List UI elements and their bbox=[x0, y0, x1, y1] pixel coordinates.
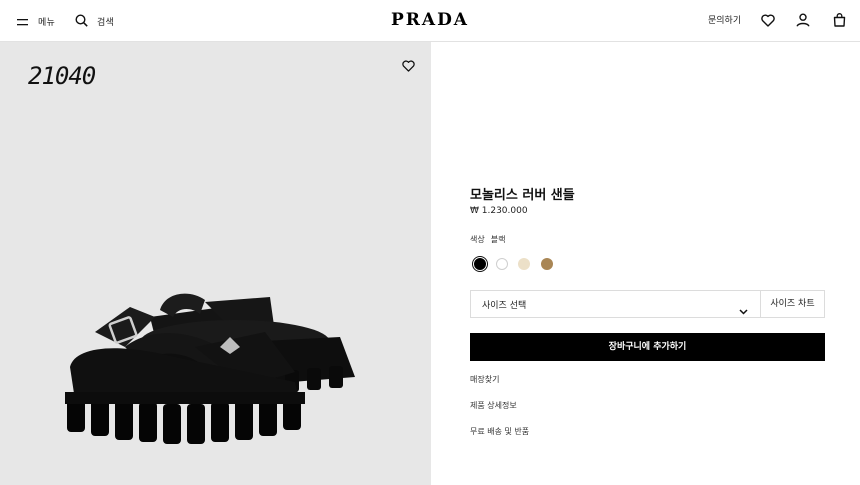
size-select-label: 사이즈 선택 bbox=[482, 300, 527, 311]
user-icon bbox=[796, 12, 810, 31]
color-swatch-cream[interactable] bbox=[518, 258, 530, 270]
color-label: 색상 bbox=[470, 235, 485, 244]
chevron-down-icon bbox=[739, 300, 748, 319]
color-swatch-black[interactable] bbox=[474, 258, 486, 270]
size-chart-button[interactable]: 사이즈 차트 bbox=[760, 290, 825, 318]
store-locator-link[interactable]: 매장찾기 bbox=[470, 374, 499, 385]
color-swatch-white[interactable] bbox=[496, 258, 508, 270]
color-value: 블랙 bbox=[490, 235, 506, 244]
color-row: 색상 블랙 bbox=[470, 234, 505, 245]
menu-button[interactable]: 메뉴 bbox=[17, 0, 55, 42]
contact-link[interactable]: 문의하기 bbox=[708, 0, 741, 42]
product-price: ₩ 1.230.000 bbox=[470, 206, 528, 216]
bag-icon bbox=[833, 12, 846, 31]
wishlist-button[interactable] bbox=[759, 12, 777, 30]
search-button[interactable]: 검색 bbox=[75, 0, 114, 42]
brand-logo[interactable]: PRADA bbox=[390, 9, 470, 31]
site-header: 메뉴 검색 PRADA 문의하기 bbox=[0, 0, 860, 42]
product-image[interactable] bbox=[55, 292, 375, 462]
product-title: 모놀리스 러버 샌들 bbox=[470, 188, 575, 203]
shopping-bag-button[interactable] bbox=[830, 12, 848, 30]
product-gallery: 21040 bbox=[0, 42, 431, 485]
gallery-wishlist-button[interactable] bbox=[400, 58, 416, 74]
product-details-link[interactable]: 제품 상세정보 bbox=[470, 400, 517, 411]
account-button[interactable] bbox=[794, 12, 812, 30]
search-icon bbox=[75, 12, 88, 31]
heart-icon bbox=[401, 57, 415, 76]
size-select-dropdown[interactable]: 사이즈 선택 bbox=[470, 290, 761, 318]
search-label: 검색 bbox=[97, 17, 114, 28]
color-swatch-tan[interactable] bbox=[541, 258, 553, 270]
menu-icon bbox=[17, 12, 29, 31]
add-to-cart-button[interactable]: 장바구니에 추가하기 bbox=[470, 333, 825, 361]
shipping-returns-link[interactable]: 무료 배송 및 반품 bbox=[470, 426, 529, 437]
product-code: 21040 bbox=[28, 62, 96, 90]
heart-icon bbox=[761, 12, 775, 31]
menu-label: 메뉴 bbox=[38, 17, 55, 28]
